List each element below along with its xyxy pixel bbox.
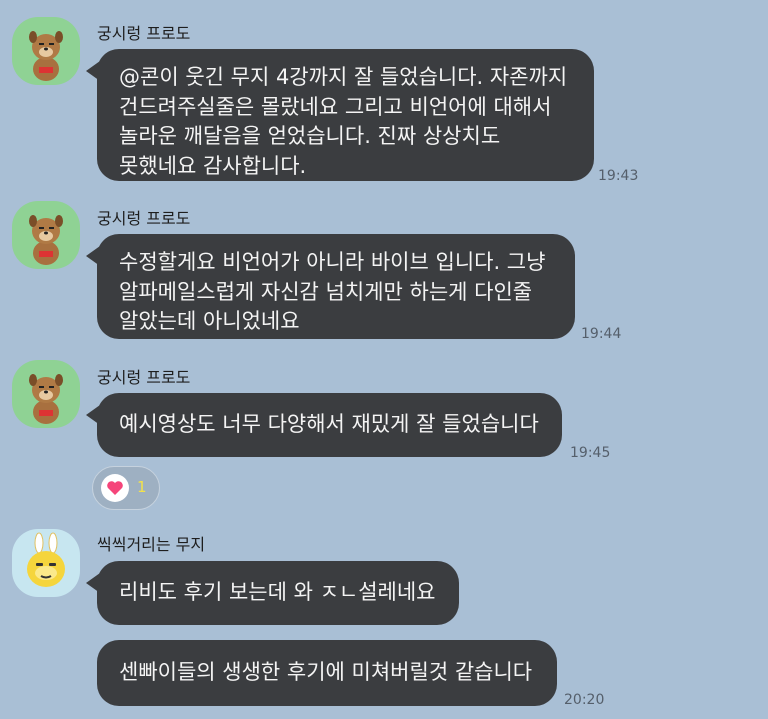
message-line: 알파메일스럽게 자신감 넘치게만 하는게 다인줄 bbox=[119, 279, 533, 304]
message-line: 놀라운 깨달음을 얻었습니다. 진짜 상상치도 bbox=[119, 124, 501, 148]
avatar-frodo[interactable] bbox=[12, 360, 80, 428]
message-line: 못했네요 감사합니다. bbox=[119, 153, 307, 178]
sender-name: 궁시렁 프로도 bbox=[97, 368, 191, 387]
message-bubble[interactable]: @콘이 웃긴 무지 4강까지 잘 들었습니다. 자존까지 건드려주실줄은 몰랐네… bbox=[86, 49, 594, 181]
message-time: 19:45 bbox=[570, 445, 611, 461]
frodo-avatar-icon bbox=[29, 215, 63, 265]
sender-name: 궁시렁 프로도 bbox=[97, 209, 191, 228]
frodo-avatar-icon bbox=[29, 374, 63, 424]
message-line: 알았는데 아니었네요 bbox=[119, 309, 300, 333]
message-bubble[interactable]: 수정할게요 비언어가 아니라 바이브 입니다. 그냥 알파메일스럽게 자신감 넘… bbox=[86, 234, 575, 339]
sender-name: 씩씩거리는 무지 bbox=[97, 535, 206, 554]
message-line: 수정할게요 비언어가 아니라 바이브 입니다. 그냥 bbox=[119, 250, 546, 274]
message-time: 19:44 bbox=[581, 326, 622, 342]
avatar-muzi[interactable] bbox=[12, 529, 80, 597]
message-line: 예시영상도 너무 다양해서 재밌게 잘 들었습니다 bbox=[119, 412, 539, 436]
frodo-avatar-icon bbox=[29, 31, 63, 81]
avatar-frodo[interactable] bbox=[12, 17, 80, 85]
message-line: @콘이 웃긴 무지 4강까지 잘 들었습니다. 자존까지 bbox=[119, 65, 568, 89]
reaction-badge[interactable]: 1 bbox=[92, 466, 160, 510]
message-bubble[interactable]: 센빠이들의 생생한 후기에 미쳐버릴것 같습니다 bbox=[97, 640, 557, 706]
message-bubble[interactable]: 예시영상도 너무 다양해서 재밌게 잘 들었습니다 bbox=[86, 393, 562, 457]
message-line: 리비도 후기 보는데 와 ㅈㄴ설레네요 bbox=[119, 580, 436, 604]
message-time: 19:43 bbox=[598, 168, 639, 184]
message-bubble[interactable]: 리비도 후기 보는데 와 ㅈㄴ설레네요 bbox=[86, 561, 459, 625]
avatar-frodo[interactable] bbox=[12, 201, 80, 269]
message-time: 20:20 bbox=[564, 692, 605, 708]
message-line: 건드려주실줄은 몰랐네요 그리고 비언어에 대해서 bbox=[119, 94, 552, 119]
message-line: 센빠이들의 생생한 후기에 미쳐버릴것 같습니다 bbox=[119, 660, 533, 684]
reaction-count: 1 bbox=[137, 478, 147, 496]
sender-name: 궁시렁 프로도 bbox=[97, 24, 191, 43]
muzi-avatar-icon bbox=[27, 532, 65, 587]
heart-icon bbox=[101, 474, 129, 502]
